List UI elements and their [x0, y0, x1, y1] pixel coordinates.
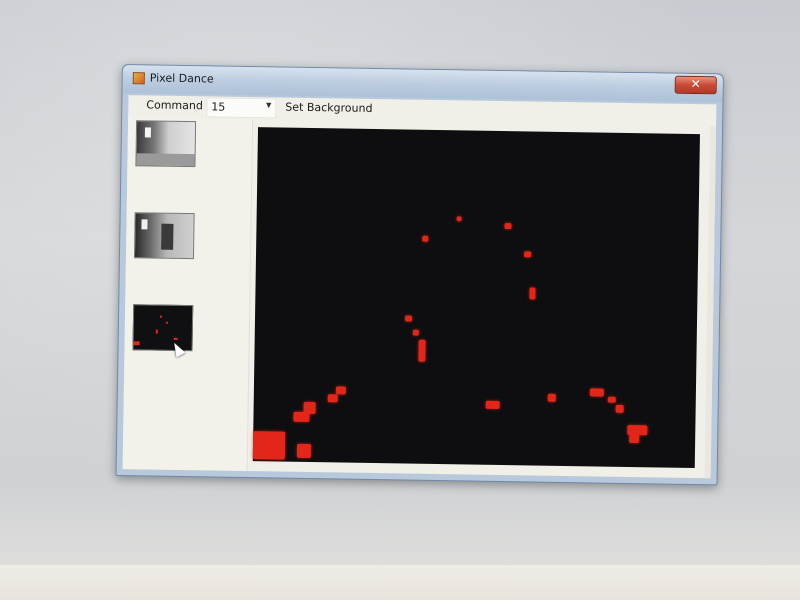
mask-dot: [165, 321, 168, 324]
thumb-light-detail: [144, 127, 152, 138]
pixel: [504, 223, 512, 230]
set-background-menu[interactable]: Set Background: [285, 101, 372, 115]
thumb-light-detail: [141, 219, 148, 230]
pixel: [547, 393, 556, 402]
pixel: [607, 396, 616, 403]
pixel: [615, 404, 624, 413]
camera-feed-thumbnail[interactable]: [135, 120, 197, 168]
mask-dot: [133, 341, 140, 346]
pixel: [589, 388, 604, 397]
thumb-figure-detail: [161, 223, 174, 250]
close-button[interactable]: ✕: [674, 75, 717, 95]
app-icon: [132, 72, 145, 85]
mask-dot: [155, 329, 158, 334]
pixel: [412, 329, 419, 336]
chevron-down-icon[interactable]: ▼: [266, 101, 272, 109]
command-menu[interactable]: Command: [146, 98, 203, 112]
pixel: [529, 287, 536, 300]
monitor-bezel: [0, 565, 800, 600]
pixel: [252, 431, 286, 460]
pixel: [404, 315, 413, 322]
background-thumbnail[interactable]: [133, 212, 195, 260]
command-combo[interactable]: 15 ▼: [206, 97, 277, 119]
pixel: [456, 216, 462, 222]
pixel: [335, 386, 346, 395]
pixel: [485, 400, 500, 409]
command-combo-value: 15: [211, 100, 226, 114]
pixel: [524, 251, 532, 258]
pixel: [422, 235, 429, 242]
pixel-preview-canvas[interactable]: [252, 127, 700, 469]
thumbnail-panel: [122, 117, 254, 472]
pixel: [296, 443, 312, 459]
thumb-floor-detail: [136, 153, 195, 167]
pixel: [293, 411, 310, 422]
app-window: Pixel Dance ✕ Command 15 ▼ Set Backgroun…: [115, 64, 724, 486]
pixel: [629, 433, 640, 444]
window-title: Pixel Dance: [149, 71, 214, 86]
motion-mask-thumbnail[interactable]: [132, 304, 194, 352]
client-area: Command 15 ▼ Set Background: [122, 95, 717, 479]
mask-dot: [160, 315, 163, 318]
pixel: [418, 339, 426, 362]
pixel: [327, 394, 338, 403]
right-border: [704, 126, 717, 479]
